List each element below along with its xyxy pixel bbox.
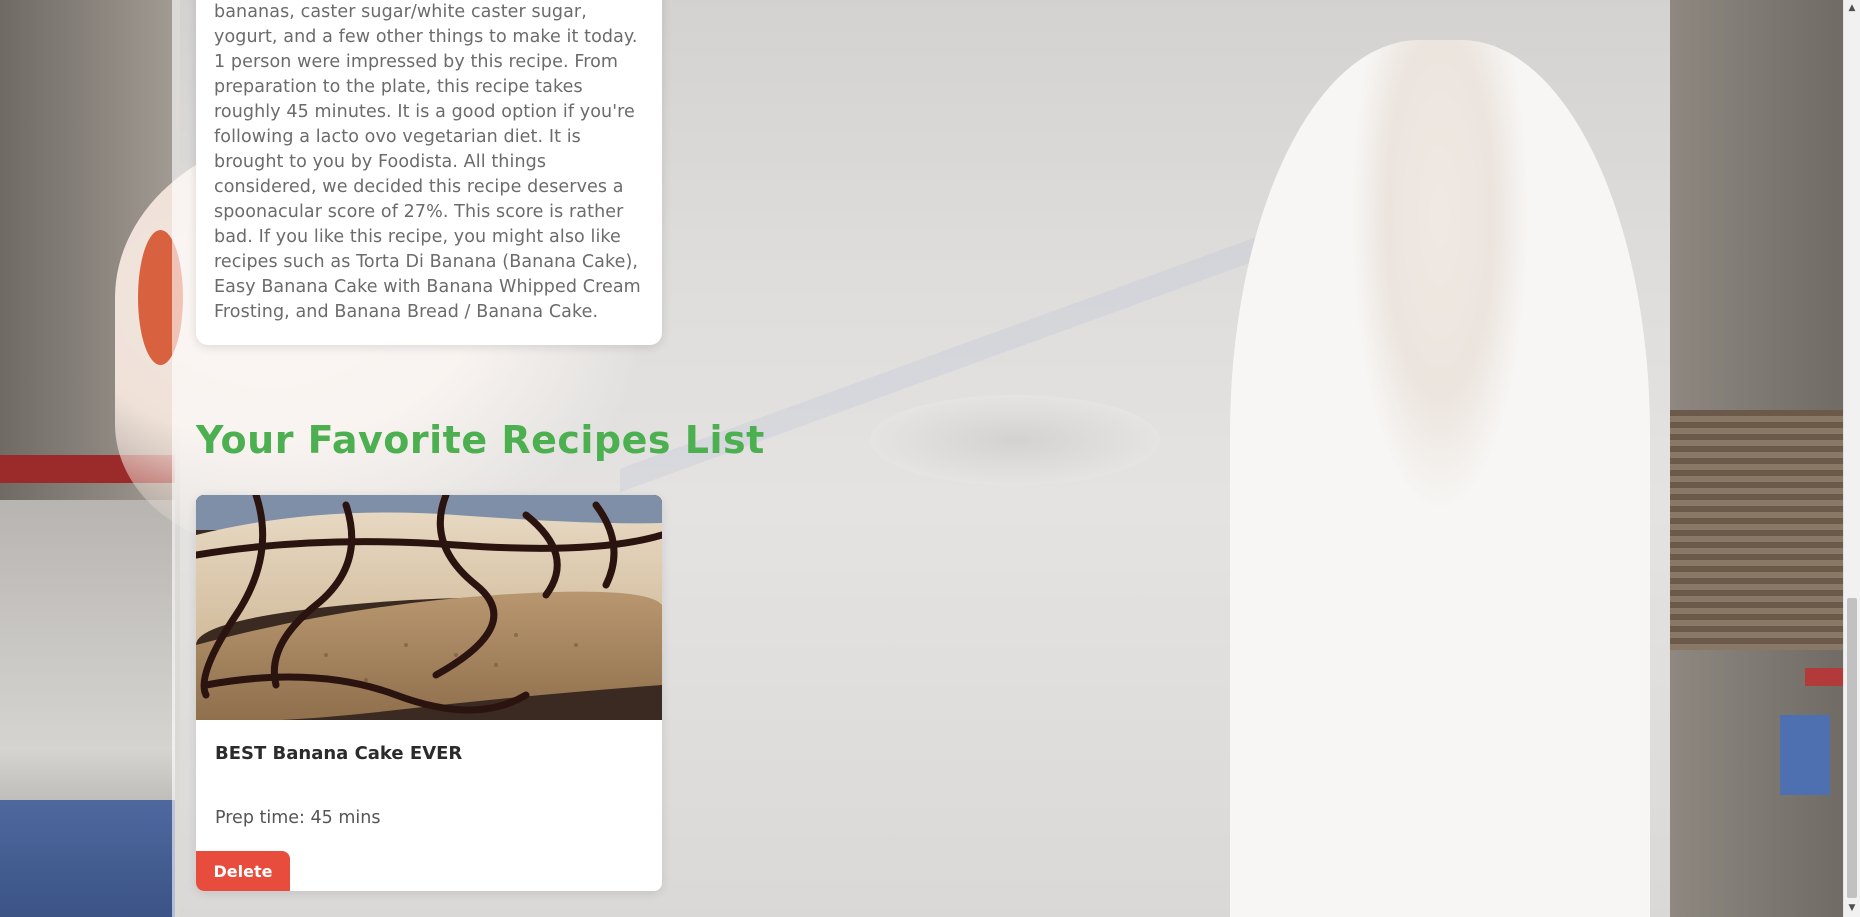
background-left-blue-panel — [0, 800, 175, 917]
scroll-down-arrow-icon[interactable]: ▼ — [1844, 900, 1860, 917]
vertical-scrollbar[interactable]: ▲ ▼ — [1843, 0, 1860, 917]
page-viewport: bananas, caster sugar/white caster sugar… — [0, 0, 1860, 917]
background-right-shelf — [1670, 410, 1860, 650]
recipe-prep-time: Prep time: 45 mins — [215, 808, 381, 828]
scroll-thumb[interactable] — [1847, 598, 1857, 898]
favorites-section-title: Your Favorite Recipes List — [196, 418, 765, 462]
favorite-recipe-card[interactable]: BEST Banana Cake EVER Prep time: 45 mins… — [196, 495, 662, 891]
background-right-blue-bin — [1780, 715, 1830, 795]
recipe-image — [196, 495, 662, 720]
recipe-summary-text: bananas, caster sugar/white caster sugar… — [214, 2, 641, 322]
scroll-up-arrow-icon[interactable]: ▲ — [1844, 0, 1860, 17]
recipe-summary-card: bananas, caster sugar/white caster sugar… — [196, 0, 662, 345]
banana-cake-photo — [196, 495, 662, 720]
main-content: bananas, caster sugar/white caster sugar… — [172, 0, 1670, 917]
recipe-name: BEST Banana Cake EVER — [215, 743, 463, 764]
delete-button[interactable]: Delete — [196, 851, 290, 891]
